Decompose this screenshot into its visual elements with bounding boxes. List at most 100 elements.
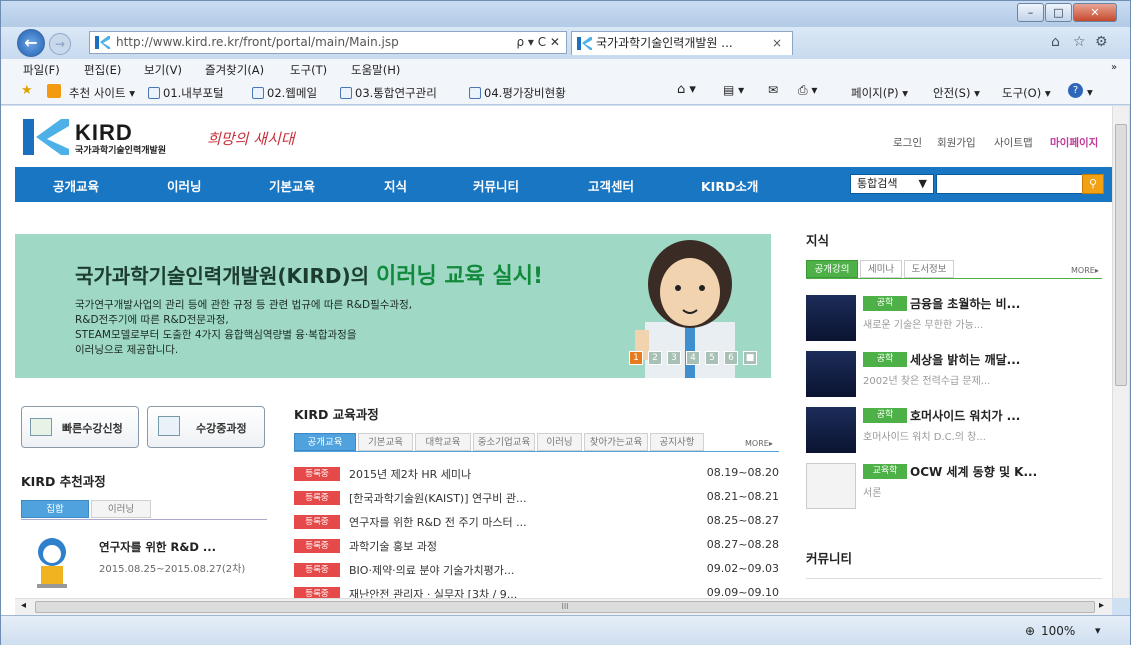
search-scope-select[interactable]: 통합검색 ▼ — [850, 174, 934, 194]
left-gutter — [1, 106, 15, 615]
course-tab-open[interactable]: 공개교육 — [294, 433, 356, 451]
menu-favorites[interactable]: 즐겨찾기(A) — [205, 62, 264, 78]
fav-item-webmail[interactable]: 02.웹메일 — [252, 85, 317, 101]
join-link[interactable]: 회원가입 — [937, 135, 976, 150]
course-tab-university[interactable]: 대학교육 — [415, 433, 471, 451]
scroll-left-icon[interactable]: ◂ — [21, 600, 26, 611]
fav-item-equipment[interactable]: 04.평가장비현황 — [469, 85, 566, 101]
nav-open-education[interactable]: 공개교육 — [53, 176, 99, 195]
forward-button[interactable]: → — [49, 33, 71, 55]
close-button[interactable]: ✕ — [1073, 3, 1117, 22]
course-tab-notice[interactable]: 공지사항 — [650, 433, 704, 451]
gear-icon[interactable]: ⚙ — [1095, 34, 1108, 50]
scrollbar-thumb[interactable]: III — [35, 601, 1095, 613]
vertical-scrollbar[interactable] — [1112, 106, 1129, 598]
courses-more-link[interactable]: MORE▸ — [745, 439, 773, 448]
scrollbar-thumb[interactable] — [1115, 124, 1127, 386]
fav-item-portal[interactable]: 01.내부포털 — [148, 85, 224, 101]
home-toolbar-icon[interactable]: ⌂ ▾ — [677, 82, 696, 97]
knowledge-tab-books[interactable]: 도서정보 — [904, 260, 954, 278]
cmd-page[interactable]: 페이지(P) ▾ — [851, 85, 908, 101]
course-row[interactable]: 등록중 연구자를 위한 R&D 전 주기 마스터 ... 08.25~08.27 — [294, 512, 779, 532]
status-badge: 등록중 — [294, 491, 340, 505]
tab-close-icon[interactable]: × — [772, 32, 782, 54]
maximize-button[interactable]: □ — [1045, 3, 1072, 22]
knowledge-tab-lecture[interactable]: 공개강의 — [806, 260, 858, 278]
favorites-star-icon[interactable]: ★ — [21, 83, 33, 98]
course-title: [한국과학기술원(KAIST)] 연구비 관... — [349, 492, 527, 505]
login-link[interactable]: 로그인 — [893, 135, 922, 150]
nav-customer-center[interactable]: 고객센터 — [588, 176, 634, 195]
mascot-icon — [37, 538, 67, 588]
nav-elearning[interactable]: 이러닝 — [167, 176, 202, 195]
fav-suggested-sites[interactable]: 추천 사이트 ▾ — [69, 85, 135, 101]
course-tab-elearning[interactable]: 이러닝 — [537, 433, 582, 451]
cmd-tools[interactable]: 도구(O) ▾ — [1002, 85, 1051, 101]
course-tab-visiting[interactable]: 찾아가는교육 — [584, 433, 648, 451]
chevron-right-icon[interactable]: » — [1111, 62, 1117, 73]
back-button[interactable]: ← — [17, 29, 45, 57]
course-row[interactable]: 등록중 BIO·제약·의료 분야 기술가치평가... 09.02~09.03 — [294, 560, 779, 580]
recommend-tab-group[interactable]: 집합 — [21, 500, 89, 518]
knowledge-item[interactable]: 공학 금융을 초월하는 비... 새로운 기술은 무한한 가능... — [806, 295, 1101, 345]
nav-about-kird[interactable]: KIRD소개 — [701, 176, 758, 195]
scroll-right-icon[interactable]: ▸ — [1099, 600, 1104, 611]
browser-tab[interactable]: 국가과학기술인력개발원 ... × — [571, 31, 793, 55]
course-tab-sme[interactable]: 중소기업교육 — [473, 433, 535, 451]
menu-tools[interactable]: 도구(T) — [290, 62, 327, 78]
nav-knowledge[interactable]: 지식 — [384, 176, 407, 195]
course-row[interactable]: 등록중 2015년 제2차 HR 세미나 08.19~08.20 — [294, 464, 779, 484]
lecture-thumbnail — [806, 407, 856, 453]
banner-page-4[interactable]: 4 — [686, 351, 700, 365]
knowledge-item[interactable]: 교육학 OCW 세계 동향 및 K... 서론 — [806, 463, 1101, 513]
sitemap-link[interactable]: 사이트맵 — [994, 135, 1033, 150]
horizontal-scrollbar[interactable]: ◂ III ▸ — [15, 598, 1112, 615]
banner-page-2[interactable]: 2 — [648, 351, 662, 365]
knowledge-more-link[interactable]: MORE▸ — [1071, 266, 1099, 275]
home-icon[interactable]: ⌂ — [1051, 34, 1060, 50]
lecture-desc: 2002년 찾은 전력수급 문제... — [863, 376, 991, 387]
chevron-down-icon[interactable]: ▾ — [1095, 624, 1101, 637]
favorites-star-icon[interactable]: ☆ — [1073, 34, 1086, 50]
chevron-down-icon[interactable]: ▾ — [1087, 85, 1093, 99]
page-icon — [469, 87, 481, 99]
address-controls[interactable]: ρ ▾ C ✕ — [516, 32, 560, 53]
menu-view[interactable]: 보기(V) — [144, 62, 182, 78]
ongoing-courses-button[interactable]: 수강중과정 — [147, 406, 265, 448]
menu-help[interactable]: 도움말(H) — [351, 62, 400, 78]
mypage-link[interactable]: 마이페이지 — [1050, 135, 1098, 150]
search-input[interactable] — [936, 174, 1084, 194]
menu-file[interactable]: 파일(F) — [23, 62, 60, 78]
elearning-banner[interactable]: 국가과학기술인력개발원(KIRD)의 이러닝 교육 실시! 국가연구개발사업의 … — [15, 234, 771, 378]
banner-page-5[interactable]: 5 — [705, 351, 719, 365]
course-row[interactable]: 등록중 재난안전 관리자 · 실무자 [3차 / 9... 09.09~09.10 — [294, 584, 779, 598]
menu-edit[interactable]: 편집(E) — [84, 62, 121, 78]
knowledge-tab-seminar[interactable]: 세미나 — [860, 260, 902, 278]
help-icon[interactable]: ? — [1068, 83, 1083, 98]
fav-item-research[interactable]: 03.통합연구관리 — [340, 85, 437, 101]
rss-icon[interactable]: ▤ ▾ — [723, 83, 744, 97]
zoom-level[interactable]: 100% — [1041, 624, 1075, 638]
quick-apply-button[interactable]: 빠른수강신청 — [21, 406, 139, 448]
banner-page-6[interactable]: 6 — [724, 351, 738, 365]
recommend-tab-elearning[interactable]: 이러닝 — [91, 500, 151, 518]
course-tab-basic[interactable]: 기본교육 — [358, 433, 413, 451]
knowledge-item[interactable]: 공학 세상을 밝히는 깨달... 2002년 찾은 전력수급 문제... — [806, 351, 1101, 401]
banner-page-1[interactable]: 1 — [629, 351, 643, 365]
print-icon[interactable]: ⎙ ▾ — [798, 83, 817, 98]
course-row[interactable]: 등록중 [한국과학기술원(KAIST)] 연구비 관... 08.21~08.21 — [294, 488, 779, 508]
course-row[interactable]: 등록중 과학기술 홍보 과정 08.27~08.28 — [294, 536, 779, 556]
banner-page-3[interactable]: 3 — [667, 351, 681, 365]
lecture-title: 세상을 밝히는 깨달... — [910, 353, 1021, 367]
banner-pause-button[interactable]: ■ — [743, 351, 757, 365]
nav-basic-education[interactable]: 기본교육 — [269, 176, 315, 195]
address-bar[interactable]: http://www.kird.re.kr/front/portal/main/… — [89, 31, 567, 54]
minimize-button[interactable]: – — [1017, 3, 1044, 22]
cmd-safety[interactable]: 안전(S) ▾ — [933, 85, 980, 101]
knowledge-item[interactable]: 공학 호머사이드 워치가 ... 호머사이드 워치 D.C.의 창... — [806, 407, 1101, 457]
nav-community[interactable]: 커뮤니티 — [473, 176, 519, 195]
search-icon[interactable]: ⚲ — [1082, 174, 1104, 194]
mail-icon[interactable]: ✉ — [768, 83, 778, 97]
recommend-item-title[interactable]: 연구자를 위한 R&D ... — [99, 539, 216, 555]
course-date: 09.09~09.10 — [706, 586, 779, 598]
